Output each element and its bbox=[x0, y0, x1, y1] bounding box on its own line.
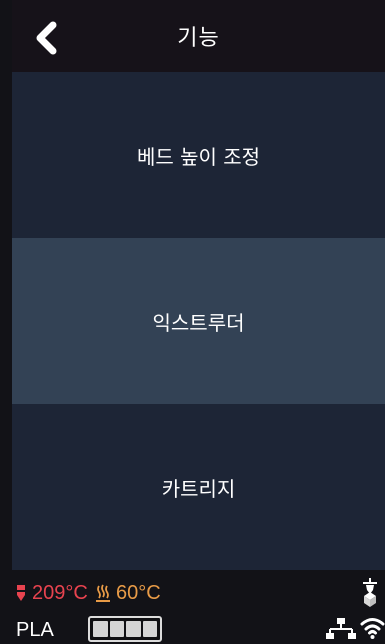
bed-temperature: 60°C bbox=[94, 581, 161, 605]
filament-level-indicator bbox=[88, 616, 162, 642]
filament-level-segment bbox=[109, 621, 124, 637]
printer-screen: 기능 베드 높이 조정 익스트루더 카트리지 209°C 60°C PLA bbox=[0, 0, 385, 644]
menu-item-bed-height-adjustment[interactable]: 베드 높이 조정 bbox=[12, 72, 385, 238]
filament-level-segment bbox=[93, 621, 108, 637]
function-menu: 베드 높이 조정 익스트루더 카트리지 bbox=[12, 72, 385, 570]
filament-level-segment bbox=[142, 621, 157, 637]
chevron-left-icon bbox=[36, 21, 57, 55]
menu-item-label: 베드 높이 조정 bbox=[136, 144, 261, 169]
filament-level-segment bbox=[126, 621, 141, 637]
menu-item-label: 카트리지 bbox=[161, 476, 236, 501]
wifi-icon bbox=[360, 615, 385, 640]
nozzle-temperature: 209°C bbox=[14, 581, 88, 605]
material-label: PLA bbox=[16, 619, 54, 641]
status-bar: 209°C 60°C PLA bbox=[12, 572, 385, 644]
menu-item-extruder[interactable]: 익스트루더 bbox=[12, 238, 385, 404]
page-title: 기능 bbox=[177, 26, 220, 51]
nozzle-temp-value: 209°C bbox=[32, 581, 88, 604]
menu-item-label: 익스트루더 bbox=[152, 310, 245, 335]
back-button[interactable] bbox=[28, 20, 68, 56]
bed-temp-value: 60°C bbox=[116, 581, 161, 604]
top-bar: 기능 bbox=[12, 0, 385, 72]
heated-bed-icon bbox=[96, 584, 110, 602]
menu-item-cartridge[interactable]: 카트리지 bbox=[12, 404, 385, 570]
printer-head-icon bbox=[356, 578, 384, 608]
network-icon bbox=[325, 617, 357, 641]
nozzle-icon bbox=[17, 585, 25, 601]
